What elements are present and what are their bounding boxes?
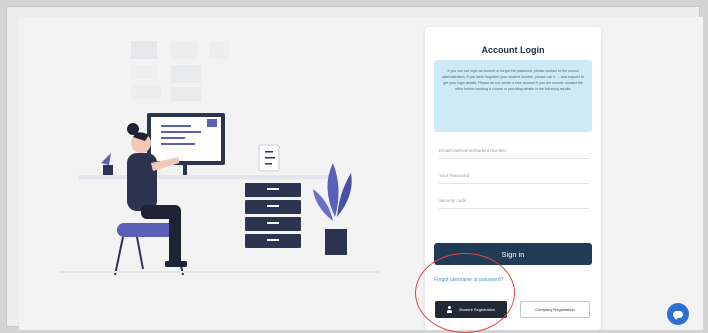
password-input[interactable]: Your Password: [439, 170, 589, 184]
login-page: Account Login If you can not login as st…: [19, 17, 703, 330]
company-registration-button[interactable]: Company Registration: [520, 301, 590, 318]
login-card: Account Login If you can not login as st…: [425, 27, 601, 330]
student-registration-button[interactable]: Student Registration: [435, 301, 507, 318]
security-code-input[interactable]: Security code...: [439, 195, 589, 209]
desk-top: [79, 175, 329, 179]
wall-frames: [131, 41, 229, 101]
drawer-cabinet: [245, 183, 301, 248]
login-title: Account Login: [481, 45, 545, 55]
info-notice: If you can not login as student or forgo…: [434, 60, 592, 132]
screenshot-frame: Account Login If you can not login as st…: [6, 6, 703, 330]
user-icon: [447, 306, 453, 313]
chat-icon: [673, 310, 683, 320]
chat-button[interactable]: [667, 303, 689, 325]
sign-in-button[interactable]: Sign in: [434, 243, 592, 265]
forgot-password-link[interactable]: Forgot username or password?: [434, 277, 503, 283]
student-registration-label: Student Registration: [458, 307, 496, 312]
workspace-illustration: [59, 41, 379, 276]
username-input[interactable]: Email/Username/Student Number: [439, 145, 589, 159]
company-registration-label: Company Registration: [535, 307, 575, 312]
